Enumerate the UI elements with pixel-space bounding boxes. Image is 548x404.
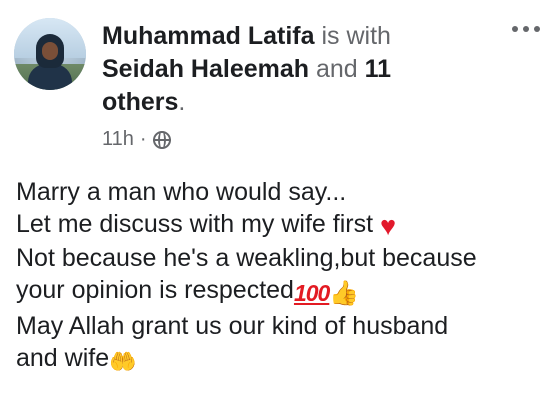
and-text: and: [309, 55, 365, 83]
post-text: Marry a man who would say... Let me disc…: [16, 176, 544, 378]
post-line: your opinion is respected100👍: [16, 274, 544, 310]
globe-icon[interactable]: [152, 130, 171, 149]
more-options-icon[interactable]: [512, 26, 540, 32]
dot-icon: [512, 26, 518, 32]
heart-icon: ♥: [379, 211, 397, 241]
post-meta: 11h ·: [102, 128, 171, 151]
dot-icon: [534, 26, 540, 32]
avatar-face: [42, 42, 58, 60]
post-line: Let me discuss with my wife first ♥: [16, 210, 397, 241]
post-timestamp[interactable]: 11h: [102, 128, 134, 151]
dot-icon: [523, 26, 529, 32]
thumbs-up-icon: 👍: [329, 280, 360, 307]
meta-separator: ·: [139, 128, 147, 150]
post-header: Muhammad Latifa is with Seidah Haleemah …: [102, 20, 462, 119]
facebook-post: Muhammad Latifa is with Seidah Haleemah …: [0, 0, 548, 404]
post-line: and wife🤲: [16, 342, 544, 378]
is-with-text: is with: [314, 22, 391, 50]
palms-up-icon: 🤲: [109, 349, 137, 374]
post-line: Marry a man who would say...: [16, 178, 347, 206]
period-text: .: [178, 88, 186, 116]
tagged-person[interactable]: Seidah Haleemah: [102, 55, 309, 83]
avatar[interactable]: [14, 18, 86, 90]
author-name[interactable]: Muhammad Latifa: [102, 22, 315, 50]
hundred-points-icon: 100: [293, 280, 330, 306]
post-line: Not because he's a weakling,but because: [16, 244, 477, 272]
post-line: May Allah grant us our kind of husband: [16, 312, 449, 340]
